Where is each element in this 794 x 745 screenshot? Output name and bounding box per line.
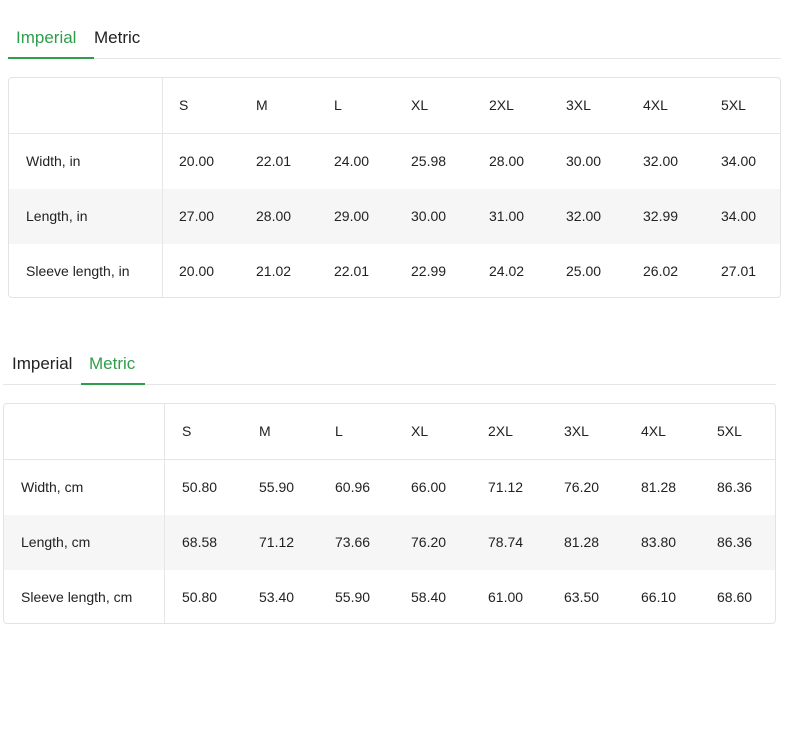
table-cell: 20.00: [179, 153, 215, 169]
table-cell: 32.99: [643, 208, 679, 224]
column-header-3xl: 3XL: [564, 423, 589, 439]
unit-tabs: Imperial Metric: [8, 26, 781, 59]
table-row: Sleeve length, cm 50.80 53.40 55.90 58.4…: [4, 570, 775, 623]
table-cell: 53.40: [259, 589, 295, 605]
table-cell: 34.00: [721, 208, 757, 224]
size-table: S M L XL 2XL 3XL 4XL 5XL Width, cm 50.80…: [3, 403, 776, 624]
table-cell: 22.01: [334, 263, 370, 279]
table-cell: 50.80: [182, 589, 218, 605]
table-row: Length, in 27.00 28.00 29.00 30.00 31.00…: [9, 189, 780, 244]
column-header-s: S: [182, 423, 192, 439]
table-cell: 24.00: [334, 153, 370, 169]
column-header-m: M: [256, 97, 268, 113]
table-cell: 22.01: [256, 153, 292, 169]
table-cell: 27.00: [179, 208, 215, 224]
column-header-l: L: [335, 423, 343, 439]
table-cell: 24.02: [489, 263, 525, 279]
table-cell: 25.00: [566, 263, 602, 279]
column-header-4xl: 4XL: [643, 97, 668, 113]
table-cell: 30.00: [566, 153, 602, 169]
table-cell: 86.36: [717, 534, 753, 550]
table-row: Length, cm 68.58 71.12 73.66 76.20 78.74…: [4, 515, 775, 570]
table-cell: 63.50: [564, 589, 600, 605]
table-cell: 28.00: [489, 153, 525, 169]
table-cell: 30.00: [411, 208, 447, 224]
column-header-l: L: [334, 97, 342, 113]
size-table: S M L XL 2XL 3XL 4XL 5XL Width, in 20.00…: [8, 77, 781, 298]
column-header-4xl: 4XL: [641, 423, 666, 439]
table-cell: 83.80: [641, 534, 677, 550]
column-header-5xl: 5XL: [721, 97, 746, 113]
row-label: Width, in: [26, 153, 81, 169]
row-label: Sleeve length, in: [26, 263, 130, 279]
column-header-2xl: 2XL: [488, 423, 513, 439]
table-row: Width, cm 50.80 55.90 60.96 66.00 71.12 …: [4, 460, 775, 515]
tab-metric[interactable]: Metric: [81, 352, 145, 385]
column-header-xl: XL: [411, 97, 429, 113]
table-cell: 81.28: [564, 534, 600, 550]
column-header-s: S: [179, 97, 189, 113]
table-cell: 81.28: [641, 479, 677, 495]
table-cell: 60.96: [335, 479, 371, 495]
table-cell: 68.58: [182, 534, 218, 550]
table-cell: 34.00: [721, 153, 757, 169]
table-cell: 26.02: [643, 263, 679, 279]
table-cell: 20.00: [179, 263, 215, 279]
table-cell: 55.90: [259, 479, 295, 495]
table-cell: 86.36: [717, 479, 753, 495]
table-header-row: S M L XL 2XL 3XL 4XL 5XL: [4, 404, 775, 460]
row-label: Sleeve length, cm: [21, 589, 133, 605]
table-cell: 76.20: [411, 534, 447, 550]
unit-tabs: Imperial Metric: [3, 352, 776, 385]
table-cell: 78.74: [488, 534, 524, 550]
table-cell: 25.98: [411, 153, 447, 169]
table-cell: 32.00: [566, 208, 602, 224]
table-cell: 55.90: [335, 589, 371, 605]
table-cell: 58.40: [411, 589, 447, 605]
column-header-5xl: 5XL: [717, 423, 742, 439]
table-cell: 50.80: [182, 479, 218, 495]
column-header-xl: XL: [411, 423, 429, 439]
table-cell: 71.12: [259, 534, 295, 550]
table-cell: 61.00: [488, 589, 524, 605]
row-label: Length, cm: [21, 534, 91, 550]
column-header-2xl: 2XL: [489, 97, 514, 113]
label-column-divider: [164, 404, 165, 623]
table-cell: 73.66: [335, 534, 371, 550]
table-row: Sleeve length, in 20.00 21.02 22.01 22.9…: [9, 244, 780, 297]
table-cell: 28.00: [256, 208, 292, 224]
table-cell: 22.99: [411, 263, 447, 279]
table-cell: 76.20: [564, 479, 600, 495]
table-cell: 31.00: [489, 208, 525, 224]
tab-imperial[interactable]: Imperial: [12, 352, 72, 384]
table-cell: 66.10: [641, 589, 677, 605]
row-label: Length, in: [26, 208, 88, 224]
column-header-m: M: [259, 423, 271, 439]
column-header-3xl: 3XL: [566, 97, 591, 113]
table-cell: 21.02: [256, 263, 292, 279]
table-row: Width, in 20.00 22.01 24.00 25.98 28.00 …: [9, 134, 780, 189]
table-cell: 29.00: [334, 208, 370, 224]
table-header-row: S M L XL 2XL 3XL 4XL 5XL: [9, 78, 780, 134]
table-cell: 27.01: [721, 263, 757, 279]
size-chart-metric-section: Imperial Metric S M L XL 2XL 3XL 4XL 5XL…: [3, 352, 776, 624]
size-chart-imperial-section: Imperial Metric S M L XL 2XL 3XL 4XL 5XL…: [8, 26, 781, 298]
tab-metric[interactable]: Metric: [94, 26, 140, 58]
tab-imperial[interactable]: Imperial: [8, 26, 94, 59]
row-label: Width, cm: [21, 479, 84, 495]
table-cell: 66.00: [411, 479, 447, 495]
table-cell: 68.60: [717, 589, 753, 605]
table-cell: 32.00: [643, 153, 679, 169]
label-column-divider: [162, 78, 163, 297]
table-cell: 71.12: [488, 479, 524, 495]
